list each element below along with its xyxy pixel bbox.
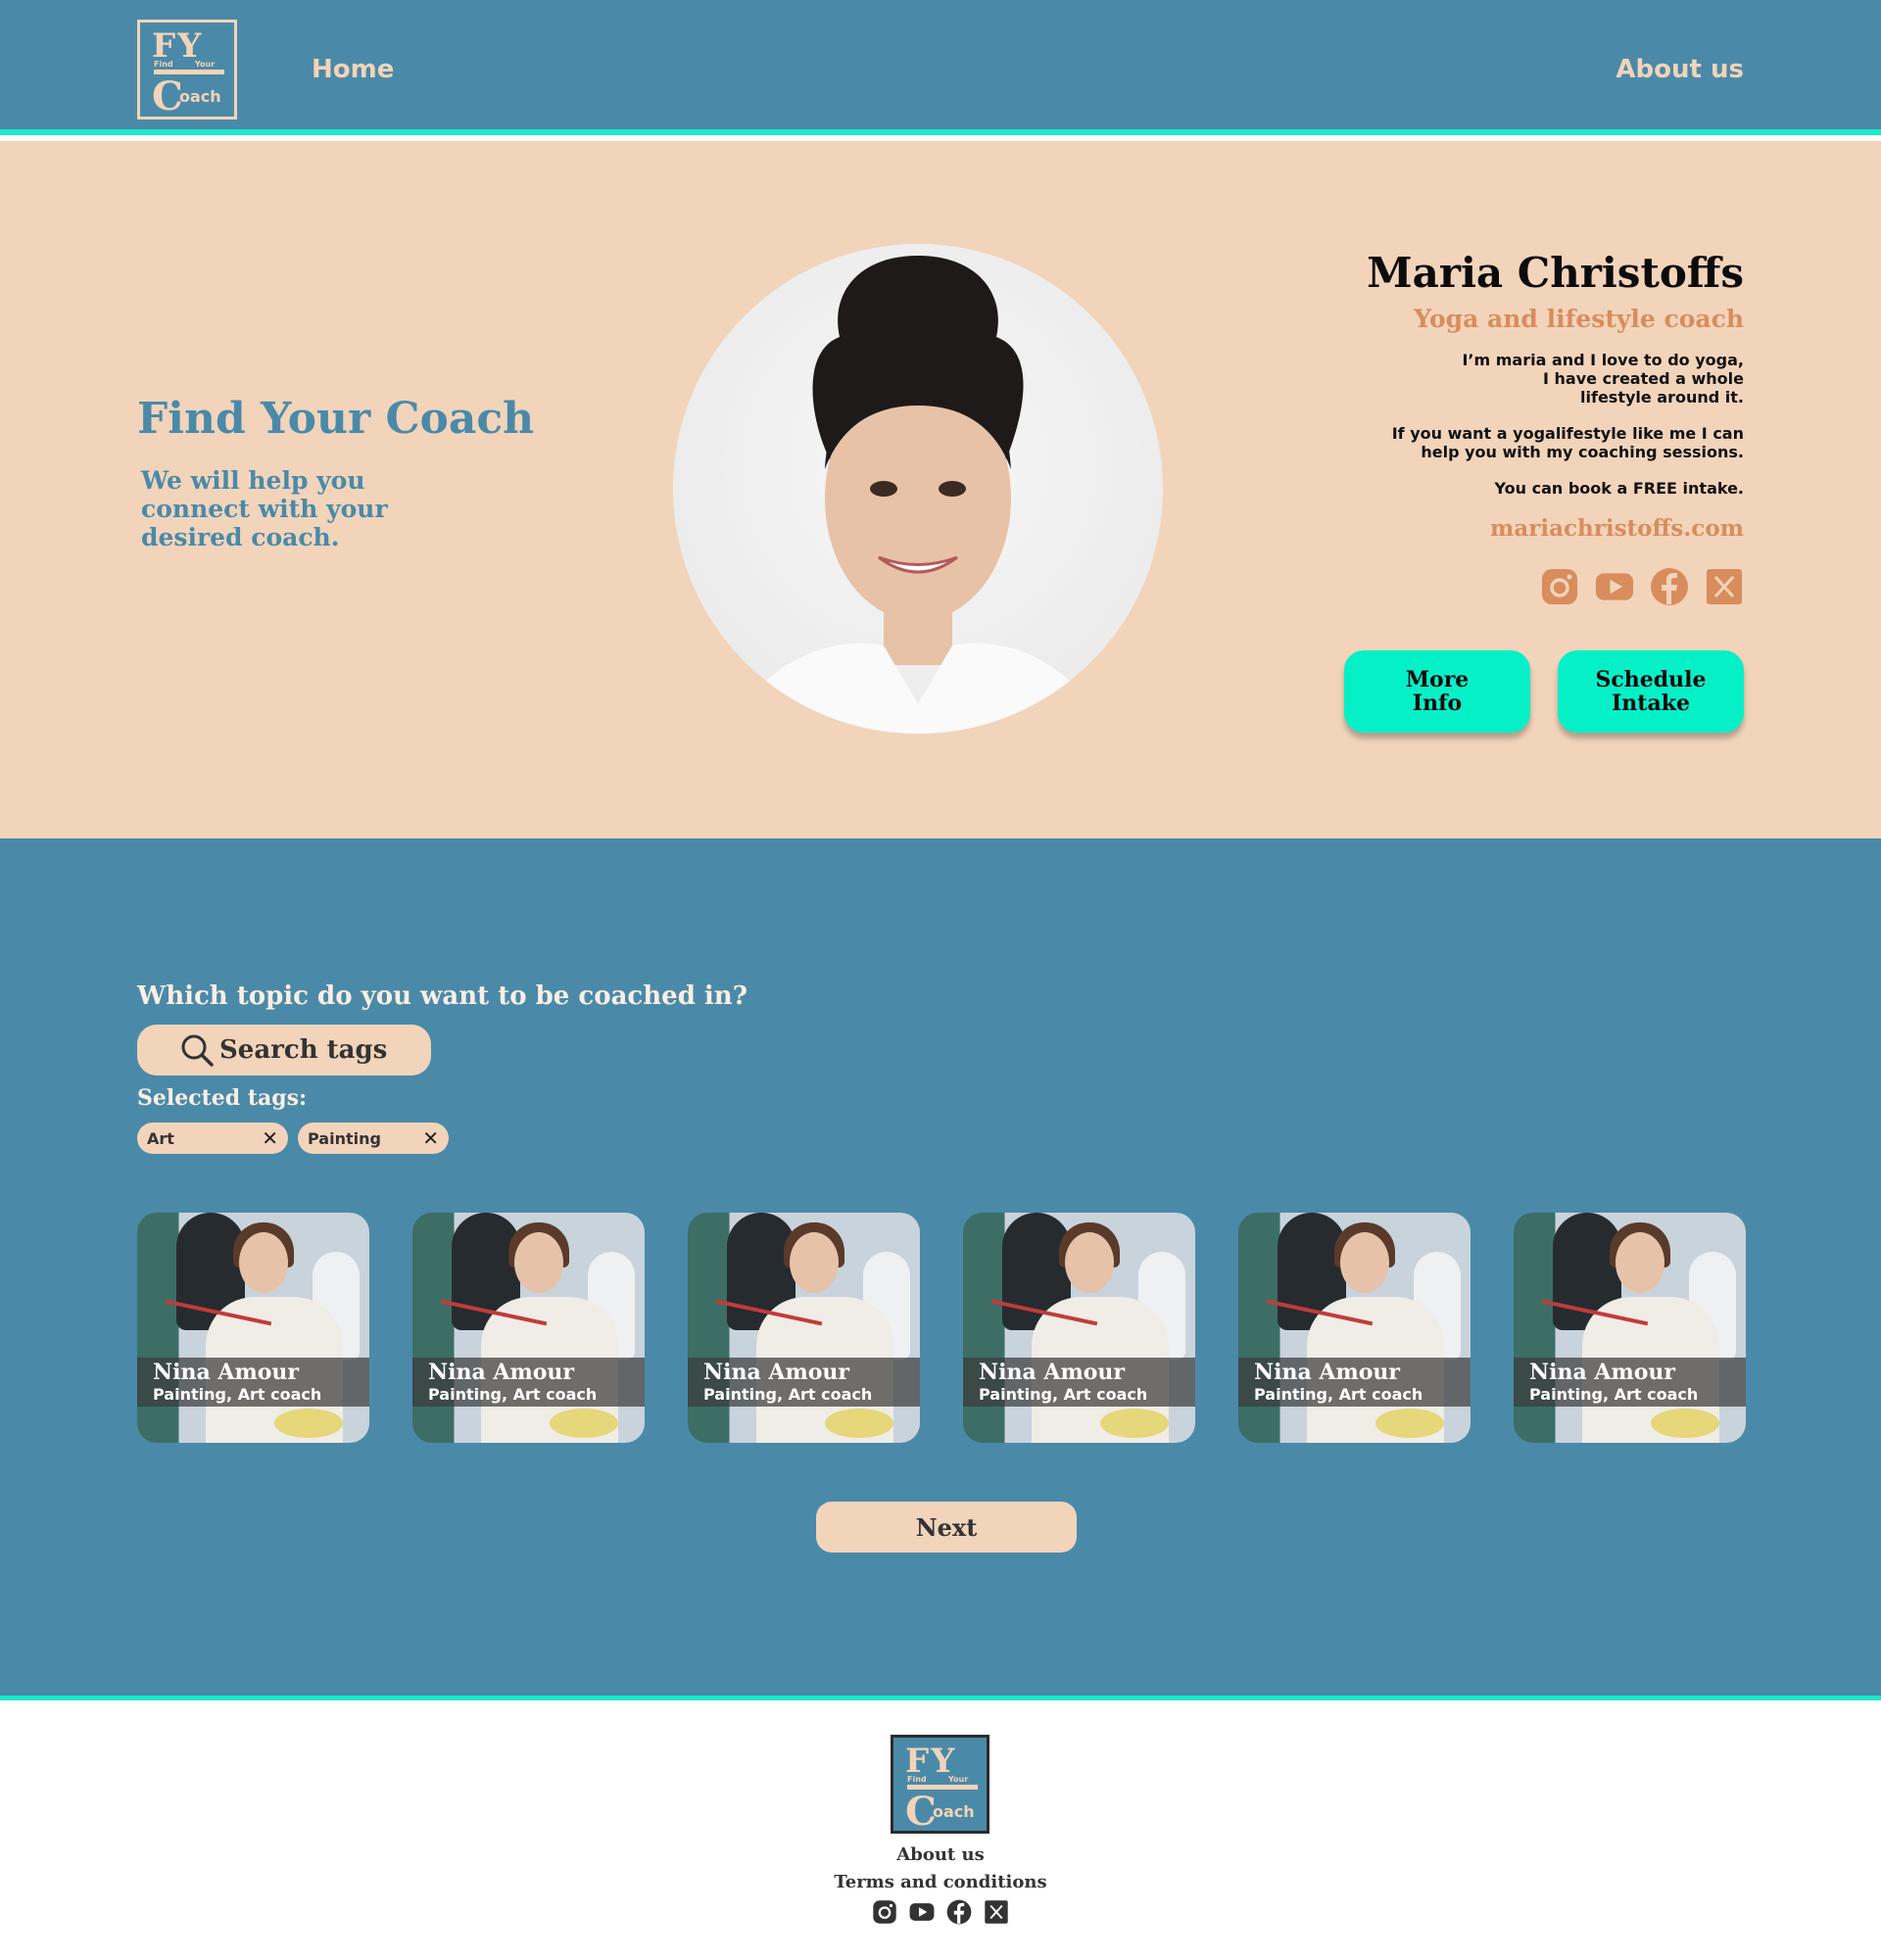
tag-chip: Painting ✕ (298, 1123, 449, 1154)
instagram-icon[interactable] (1540, 567, 1579, 606)
coach-card-name: Nina Amour (1254, 1360, 1400, 1385)
coach-card[interactable]: Nina Amour Painting, Art coach (412, 1213, 645, 1443)
coach-description-2: If you want a yogalifestyle like me I ca… (1391, 424, 1744, 461)
card-palette (1651, 1409, 1719, 1438)
remove-tag-icon[interactable]: ✕ (262, 1126, 278, 1150)
tag-label: Art (147, 1128, 174, 1148)
nav-about-link[interactable]: About us (1616, 55, 1744, 84)
topic-search-section: Which topic do you want to be coached in… (0, 838, 1881, 1700)
coach-name: Maria Christoffs (1367, 249, 1744, 297)
selected-tags-label: Selected tags: (137, 1085, 308, 1111)
card-palette (274, 1409, 343, 1438)
youtube-icon[interactable] (1595, 567, 1634, 606)
tag-label: Painting (308, 1128, 381, 1148)
logo-your: Your (948, 1775, 969, 1784)
coach-social-links (1234, 567, 1744, 606)
coach-card[interactable]: Nina Amour Painting, Art coach (1238, 1213, 1471, 1443)
selected-tags: Art ✕ Painting ✕ (137, 1123, 449, 1154)
search-icon (181, 1034, 214, 1067)
card-face (1616, 1232, 1664, 1293)
card-face (1340, 1232, 1389, 1293)
coach-card[interactable]: Nina Amour Painting, Art coach (137, 1213, 369, 1443)
nav-home-link[interactable]: Home (312, 55, 394, 84)
facebook-icon[interactable] (946, 1899, 972, 1925)
x-icon[interactable] (984, 1899, 1009, 1925)
x-icon[interactable] (1705, 567, 1744, 606)
card-palette (1100, 1409, 1169, 1438)
coach-card-name: Nina Amour (1529, 1360, 1675, 1385)
site-footer: FY Find Your C oach About us Terms and c… (0, 1705, 1881, 1960)
coach-role: Yoga and lifestyle coach (1414, 305, 1744, 333)
coach-card-name: Nina Amour (153, 1360, 299, 1385)
coach-card-name: Nina Amour (703, 1360, 849, 1385)
remove-tag-icon[interactable]: ✕ (422, 1126, 439, 1150)
card-face (790, 1232, 839, 1293)
site-header: FY Find Your C oach Home About us (0, 0, 1881, 135)
portrait-illustration (732, 256, 1104, 734)
footer-terms-link[interactable]: Terms and conditions (0, 1872, 1881, 1892)
coach-card-tags: Painting, Art coach (153, 1385, 322, 1404)
card-palette (825, 1409, 893, 1438)
coach-actions: More Info Schedule Intake (1344, 650, 1744, 733)
coach-website-link[interactable]: mariachristoffs.com (1234, 515, 1744, 542)
hero-subtitle: We will help you connect with your desir… (141, 466, 388, 551)
logo-find: Find (907, 1775, 927, 1784)
hero-title: Find Your Coach (137, 394, 535, 444)
tag-chip: Art ✕ (137, 1123, 288, 1154)
coach-description-1: I’m maria and I love to do yoga, I have … (1462, 351, 1744, 406)
coach-card-tags: Painting, Art coach (979, 1385, 1148, 1404)
logo-oach: oach (179, 87, 221, 106)
card-palette (1375, 1409, 1444, 1438)
card-palette (550, 1409, 618, 1438)
coach-card[interactable]: Nina Amour Painting, Art coach (963, 1213, 1195, 1443)
card-face (239, 1232, 288, 1293)
card-face (1065, 1232, 1114, 1293)
facebook-icon[interactable] (1650, 567, 1689, 606)
coach-card-name: Nina Amour (428, 1360, 574, 1385)
card-face (514, 1232, 563, 1293)
hero-section: Find Your Coach We will help you connect… (0, 141, 1881, 838)
coach-card[interactable]: Nina Amour Painting, Art coach (1514, 1213, 1746, 1443)
search-tags-input[interactable]: Search tags (137, 1025, 431, 1076)
logo-oach: oach (933, 1802, 975, 1821)
more-info-button[interactable]: More Info (1344, 650, 1530, 733)
instagram-icon[interactable] (872, 1899, 897, 1925)
coach-card-tags: Painting, Art coach (428, 1385, 598, 1404)
topic-question: Which topic do you want to be coached in… (137, 981, 748, 1011)
next-button[interactable]: Next (816, 1502, 1077, 1553)
logo[interactable]: FY Find Your C oach (137, 20, 237, 120)
coach-portrait (673, 244, 1163, 734)
coach-description-3: You can book a FREE intake. (1494, 479, 1744, 498)
footer-logo[interactable]: FY Find Your C oach (891, 1735, 989, 1835)
coach-card[interactable]: Nina Amour Painting, Art coach (688, 1213, 920, 1443)
featured-coach: Maria Christoffs Yoga and lifestyle coac… (1234, 249, 1744, 606)
footer-social-links (0, 1899, 1881, 1925)
footer-about-link[interactable]: About us (0, 1844, 1881, 1865)
logo-your: Your (195, 60, 216, 69)
youtube-icon[interactable] (909, 1899, 935, 1925)
coach-card-tags: Painting, Art coach (1254, 1385, 1423, 1404)
logo-find: Find (154, 60, 173, 69)
schedule-intake-button[interactable]: Schedule Intake (1558, 650, 1744, 733)
coach-card-tags: Painting, Art coach (703, 1385, 873, 1404)
coach-card-list: Nina Amour Painting, Art coach Nina Amou… (137, 1213, 1746, 1443)
coach-card-name: Nina Amour (979, 1360, 1125, 1385)
coach-card-tags: Painting, Art coach (1529, 1385, 1699, 1404)
search-placeholder: Search tags (219, 1035, 388, 1065)
